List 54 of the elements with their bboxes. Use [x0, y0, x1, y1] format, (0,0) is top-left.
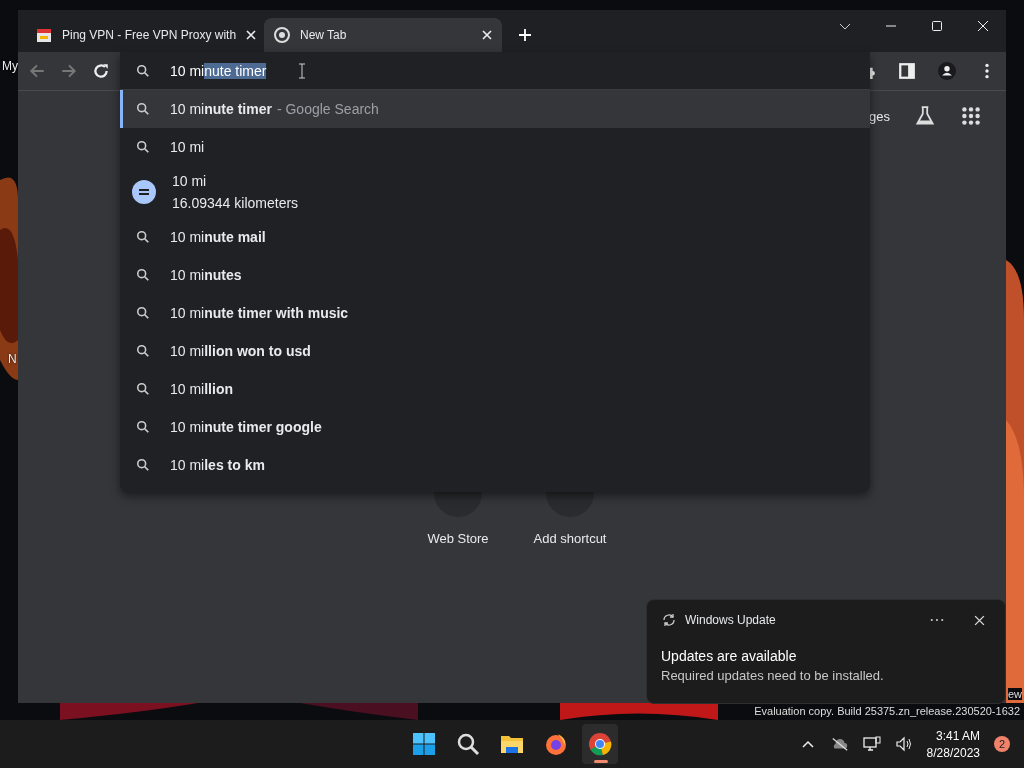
browser-tab[interactable]: Ping VPN - Free VPN Proxy with [26, 18, 264, 52]
close-icon[interactable] [974, 614, 985, 626]
desktop-icon-label: My [2, 59, 18, 73]
browser-tab[interactable]: New Tab [264, 18, 502, 52]
back-icon[interactable] [28, 62, 46, 80]
suggestion-item[interactable]: 10 million [120, 370, 870, 408]
chrome-icon [274, 27, 290, 43]
reload-icon[interactable] [92, 62, 110, 80]
maximize-icon[interactable] [931, 20, 943, 32]
suggestion-item[interactable]: 10 minute timer google [120, 408, 870, 446]
cloud-off-icon[interactable] [830, 736, 849, 752]
header-link[interactable]: ges [869, 108, 890, 124]
notification-title: Updates are available [661, 648, 798, 664]
search-icon [136, 382, 150, 396]
chrome-icon[interactable] [582, 724, 618, 764]
search-icon [136, 140, 150, 154]
suggestion-item[interactable]: 10 million won to usd [120, 332, 870, 370]
suggestion-item[interactable]: 10 minutes [120, 256, 870, 294]
suggestion-item[interactable]: 10 miles to km [120, 446, 870, 484]
flask-icon[interactable] [914, 105, 936, 127]
sync-icon [661, 612, 677, 628]
search-icon [136, 344, 150, 358]
suggestion-item[interactable]: 10 minute timer - Google Search [120, 90, 870, 128]
suggestion-item[interactable]: 10 mi [120, 128, 870, 166]
side-panel-icon[interactable] [898, 62, 916, 80]
search-icon [136, 63, 150, 78]
search-icon [136, 306, 150, 320]
text-cursor-icon [298, 62, 307, 79]
search-icon [136, 268, 150, 282]
watermark-text: Evaluation copy. Build 25375.zn_release.230520-1632 [754, 705, 1020, 718]
suggestion-item[interactable]: 10 minute mail [120, 218, 870, 256]
network-icon[interactable] [862, 736, 881, 752]
close-icon[interactable] [482, 30, 492, 40]
equals-icon [132, 180, 156, 204]
clock[interactable]: 3:41 AM 8/28/2023 [926, 728, 980, 760]
search-icon [136, 420, 150, 434]
store-icon [36, 27, 52, 43]
suggestion-item[interactable]: 10 mi 16.09344 kilometers [120, 166, 870, 218]
new-tab-icon[interactable] [518, 28, 532, 42]
close-icon[interactable] [246, 30, 257, 40]
profile-icon[interactable] [938, 62, 956, 80]
search-icon [136, 458, 150, 472]
volume-icon[interactable] [894, 736, 913, 752]
notification-badge[interactable]: 2 [994, 736, 1010, 752]
close-icon[interactable] [977, 20, 989, 32]
forward-icon[interactable] [60, 62, 78, 80]
apps-grid-icon[interactable] [960, 105, 982, 127]
search-icon [136, 102, 150, 116]
search-icon [136, 230, 150, 244]
suggestion-item[interactable]: 10 minute timer with music [120, 294, 870, 332]
desktop-icon-label: N [8, 352, 17, 366]
more-icon[interactable] [930, 618, 944, 622]
notification-body: Required updates need to be installed. [661, 668, 885, 683]
notification-app-name: Windows Update [685, 613, 776, 627]
